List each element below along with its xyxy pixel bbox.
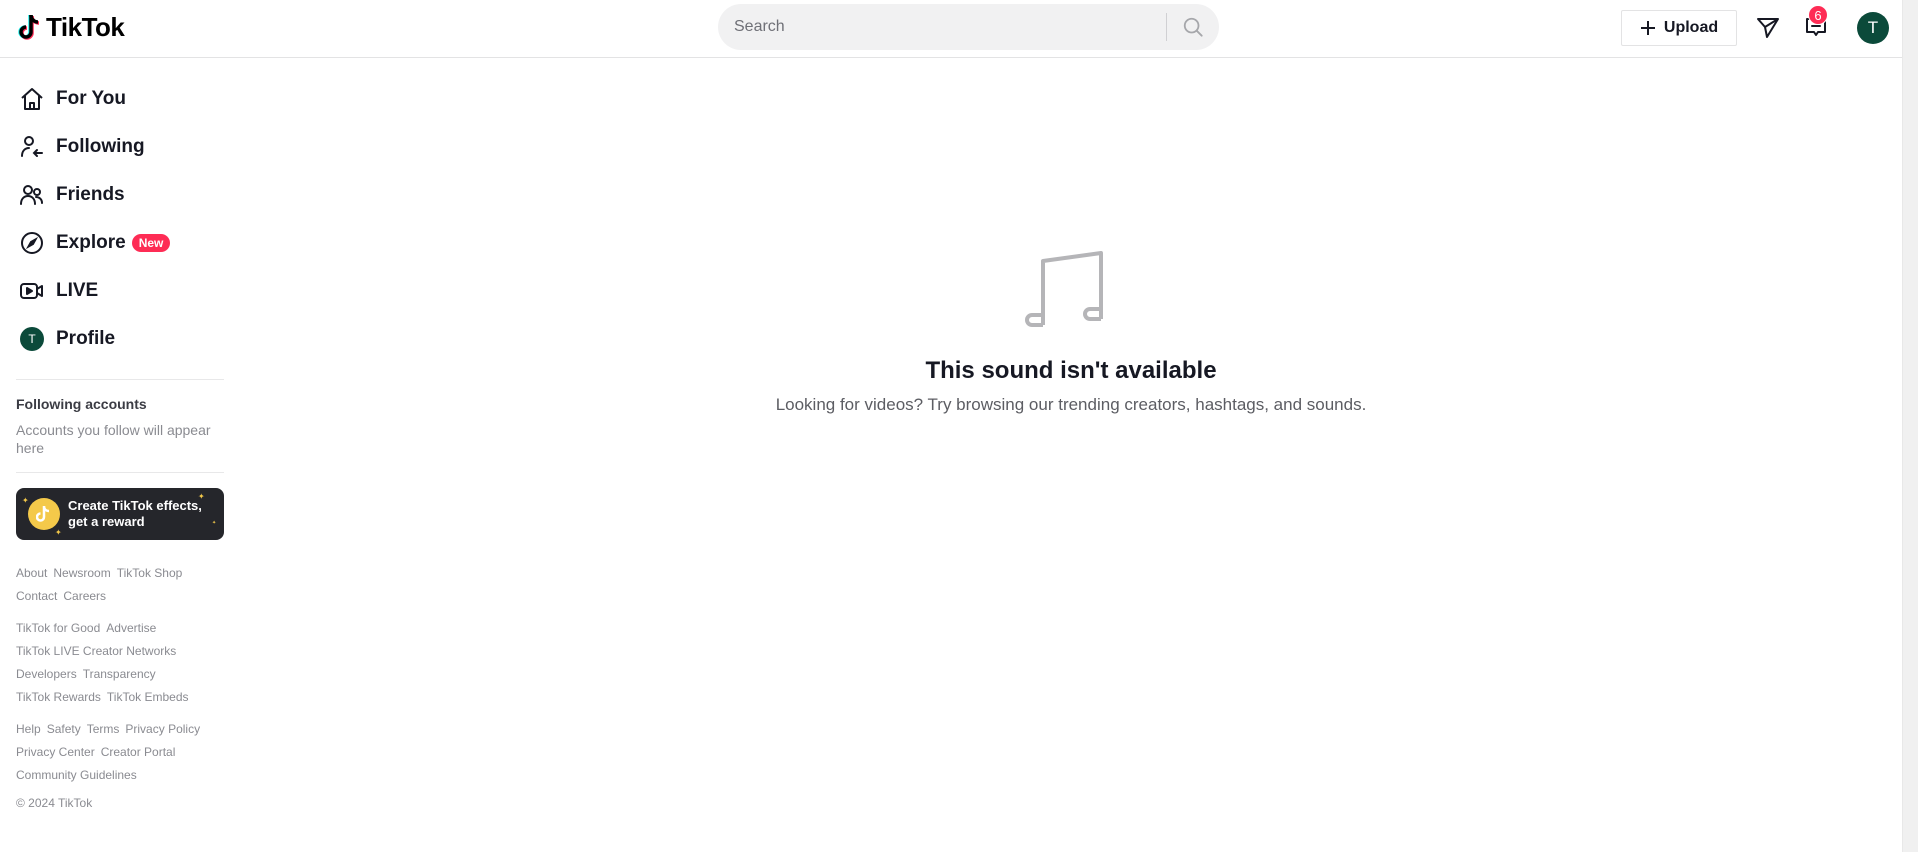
effects-line2: get a reward — [68, 514, 145, 529]
home-icon — [16, 83, 48, 115]
live-camera-icon — [16, 275, 48, 307]
plus-icon — [1640, 21, 1655, 35]
footer-link-privacy-policy[interactable]: Privacy Policy — [125, 718, 200, 741]
copyright: © 2024 TikTok — [16, 796, 93, 810]
footer-links-group-1: About Newsroom TikTok Shop Contact Caree… — [16, 562, 231, 608]
search-button[interactable] — [1167, 4, 1219, 50]
footer-link-live-creator-networks[interactable]: TikTok LIVE Creator Networks — [16, 640, 176, 663]
sidebar: For You Following Friends Explore New LI… — [0, 59, 240, 852]
avatar: T — [16, 323, 48, 355]
sidebar-item-profile[interactable]: T Profile — [16, 315, 240, 363]
logo-text: TikTok — [46, 12, 125, 42]
inbox-badge: 6 — [1808, 5, 1828, 25]
sidebar-item-friends[interactable]: Friends — [16, 171, 240, 219]
footer-link-terms[interactable]: Terms — [87, 718, 120, 741]
search-icon — [1183, 17, 1203, 37]
footer-line: About Newsroom TikTok Shop — [16, 562, 231, 585]
effects-banner-text: Create TikTok effects, get a reward — [68, 498, 202, 530]
footer-line: Community Guidelines — [16, 764, 231, 787]
music-note-icon — [1024, 251, 1103, 327]
footer-link-about[interactable]: About — [16, 562, 47, 585]
page-scrollbar[interactable] — [1902, 0, 1918, 852]
sidebar-nav: For You Following Friends Explore New LI… — [16, 75, 240, 363]
footer-line: TikTok Rewards TikTok Embeds — [16, 686, 231, 709]
new-badge: New — [131, 234, 171, 252]
footer-links-group-2: TikTok for Good Advertise TikTok LIVE Cr… — [16, 617, 231, 709]
footer-link-advertise[interactable]: Advertise — [106, 617, 156, 640]
sidebar-item-following[interactable]: Following — [16, 123, 240, 171]
following-accounts-section: Following accounts Accounts you follow w… — [16, 396, 240, 457]
footer-line: Privacy Center Creator Portal — [16, 741, 231, 764]
nav-label: LIVE — [56, 280, 99, 301]
following-icon — [16, 131, 48, 163]
empty-state: This sound isn't available Looking for v… — [240, 249, 1902, 415]
create-effects-banner[interactable]: ✦ ✦ ✦ ✦ Create TikTok effects, get a rew… — [16, 488, 224, 540]
following-accounts-title: Following accounts — [16, 396, 147, 412]
upload-button[interactable]: Upload — [1621, 10, 1737, 46]
tiktok-logo[interactable]: TikTok — [16, 12, 125, 43]
footer-link-tiktok-shop[interactable]: TikTok Shop — [117, 562, 183, 585]
send-icon — [1757, 18, 1779, 38]
sidebar-divider — [16, 472, 224, 473]
footer-link-privacy-center[interactable]: Privacy Center — [16, 741, 95, 764]
top-header: TikTok Upload 6 T — [0, 0, 1902, 58]
tiktok-logo-icon — [18, 14, 40, 40]
nav-label: Profile — [56, 328, 116, 349]
sidebar-divider — [16, 379, 224, 380]
footer-line: Developers Transparency — [16, 663, 231, 686]
footer-link-careers[interactable]: Careers — [63, 585, 106, 608]
profile-avatar[interactable]: T — [1857, 12, 1889, 44]
footer-link-community-guidelines[interactable]: Community Guidelines — [16, 764, 137, 787]
footer-link-help[interactable]: Help — [16, 718, 41, 741]
main-content: This sound isn't available Looking for v… — [240, 59, 1902, 852]
effects-line1: Create TikTok effects, — [68, 498, 202, 513]
search-bar — [718, 4, 1219, 50]
empty-state-description: Looking for videos? Try browsing our tre… — [775, 395, 1367, 414]
profile-initial: T — [20, 327, 44, 351]
upload-label: Upload — [1663, 19, 1719, 36]
messages-button[interactable] — [1752, 11, 1784, 43]
footer-link-newsroom[interactable]: Newsroom — [53, 562, 110, 585]
sparkle-icon: ✦ — [55, 528, 62, 537]
footer-line: TikTok LIVE Creator Networks — [16, 640, 231, 663]
footer-link-safety[interactable]: Safety — [47, 718, 81, 741]
search-input[interactable] — [718, 4, 1166, 50]
sparkle-icon: ✦ — [198, 492, 205, 501]
nav-label: For You — [56, 88, 127, 109]
footer-link-tiktok-embeds[interactable]: TikTok Embeds — [107, 686, 189, 709]
nav-label: Explore — [56, 232, 126, 253]
footer-link-developers[interactable]: Developers — [16, 663, 77, 686]
sidebar-item-for-you[interactable]: For You — [16, 75, 240, 123]
footer-line: Contact Careers — [16, 585, 231, 608]
nav-label: Friends — [56, 184, 125, 205]
footer-link-transparency[interactable]: Transparency — [83, 663, 156, 686]
following-accounts-empty: Accounts you follow will appear here — [16, 422, 211, 456]
footer-line: TikTok for Good Advertise — [16, 617, 231, 640]
sparkle-icon: ✦ — [22, 496, 29, 505]
footer-link-creator-portal[interactable]: Creator Portal — [101, 741, 176, 764]
footer-link-tiktok-for-good[interactable]: TikTok for Good — [16, 617, 100, 640]
friends-icon — [16, 179, 48, 211]
footer-links-group-3: Help Safety Terms Privacy Policy Privacy… — [16, 718, 231, 787]
footer-link-tiktok-rewards[interactable]: TikTok Rewards — [16, 686, 101, 709]
compass-icon — [16, 227, 48, 259]
empty-state-title: This sound isn't available — [925, 357, 1217, 384]
footer-line: Help Safety Terms Privacy Policy — [16, 718, 231, 741]
tiktok-coin-icon — [28, 498, 60, 530]
sparkle-icon: ✦ — [212, 520, 217, 526]
footer-link-contact[interactable]: Contact — [16, 585, 57, 608]
sidebar-item-explore[interactable]: Explore New — [16, 219, 240, 267]
nav-label: Following — [56, 136, 145, 157]
sidebar-item-live[interactable]: LIVE — [16, 267, 240, 315]
avatar-initial: T — [1867, 18, 1879, 37]
